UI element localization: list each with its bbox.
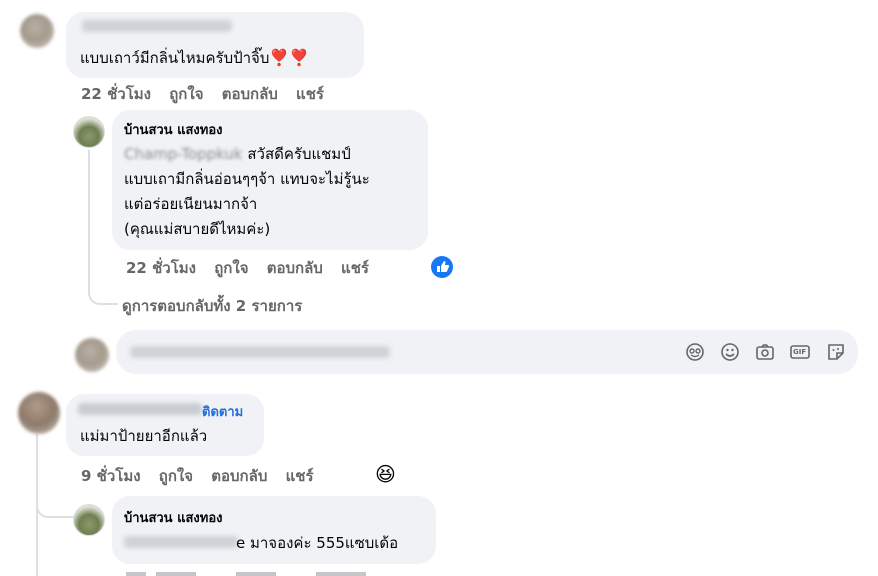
commenter-name[interactable] bbox=[82, 20, 232, 32]
thread-curve-1 bbox=[88, 285, 118, 305]
reply-bubble: บ้านสวน แสงทอง Champ-Toppkuk สวัสดีครับแ… bbox=[112, 110, 428, 250]
reply-2-text: e มาจองค่ะ 555แซบเด้อ bbox=[236, 534, 399, 552]
comment-time[interactable]: 22 ชั่วโมง bbox=[81, 85, 151, 103]
comment-composer[interactable]: GIF bbox=[116, 330, 858, 374]
view-replies-link[interactable]: ดูการตอบกลับทั้ง 2 รายการ bbox=[122, 296, 302, 316]
thread-line-1 bbox=[88, 150, 90, 285]
reply-button[interactable]: ตอบกลับ bbox=[222, 85, 278, 103]
composer-placeholder bbox=[130, 346, 390, 358]
reply-actions: 22 ชั่วโมง ถูกใจ ตอบกลับ แชร์ bbox=[126, 258, 382, 278]
sticker-face-icon[interactable] bbox=[684, 341, 706, 363]
comment-text: แบบเถาว์มีกลิ่นไหมครับป้าจิ๊บ bbox=[80, 49, 270, 67]
like-button[interactable]: ถูกใจ bbox=[169, 85, 203, 103]
comment-2-like-button[interactable]: ถูกใจ bbox=[159, 467, 193, 485]
comment-2-actions: 9 ชั่วโมง ถูกใจ ตอบกลับ แชร์ bbox=[81, 466, 327, 486]
commenter-avatar[interactable] bbox=[20, 14, 54, 48]
reply-line-4: (คุณแม่สบายดีไหมค่ะ) bbox=[124, 220, 271, 238]
reply-2-actions-clipped bbox=[126, 572, 436, 576]
comment-2-time[interactable]: 9 ชั่วโมง bbox=[81, 467, 141, 485]
comment-bubble: แบบเถาว์มีกลิ่นไหมครับป้าจิ๊บ❣️❣️ bbox=[66, 12, 364, 78]
reply-line-2: แบบเถามีกลิ่นอ่อนๆๆจ้า แทบจะไม่รู้นะ bbox=[124, 170, 370, 188]
reply-author-avatar[interactable] bbox=[73, 116, 105, 148]
thread-curve-2 bbox=[36, 496, 74, 518]
comment-2-text: แม่มาป้ายยาอีกแล้ว bbox=[80, 427, 208, 445]
reply-line-3: แต่อร่อยเนียนมากจ้า bbox=[124, 195, 258, 213]
commenter-2-avatar[interactable] bbox=[18, 392, 60, 434]
gif-icon[interactable]: GIF bbox=[789, 341, 811, 363]
reply-time[interactable]: 22 ชั่วโมง bbox=[126, 259, 196, 277]
reply-2-mention[interactable] bbox=[124, 536, 238, 548]
reply-author-name[interactable]: บ้านสวน แสงทอง bbox=[124, 122, 222, 140]
comment-actions: 22 ชั่วโมง ถูกใจ ตอบกลับ แชร์ bbox=[81, 84, 337, 104]
reply-2-author-avatar[interactable] bbox=[73, 504, 105, 536]
comment-2-share-button[interactable]: แชร์ bbox=[286, 467, 314, 485]
reply-like-button[interactable]: ถูกใจ bbox=[214, 259, 248, 277]
reply-reply-button[interactable]: ตอบกลับ bbox=[267, 259, 323, 277]
laugh-reaction-emoji[interactable]: 😆 bbox=[375, 462, 396, 486]
comment-2-bubble: ติดตาม แม่มาป้ายยาอีกแล้ว bbox=[66, 394, 264, 456]
emoji-icon[interactable] bbox=[719, 341, 741, 363]
like-reaction-icon[interactable] bbox=[431, 256, 453, 278]
commenter-2-name[interactable] bbox=[78, 403, 202, 415]
comment-2-reply-button[interactable]: ตอบกลับ bbox=[211, 467, 267, 485]
composer-avatar bbox=[75, 338, 109, 372]
reply-share-button[interactable]: แชร์ bbox=[341, 259, 369, 277]
mention-link[interactable]: Champ-Toppkuk bbox=[124, 145, 243, 163]
reply-line-1: สวัสดีครับแชมป์ bbox=[247, 145, 351, 163]
reply-2-bubble: บ้านสวน แสงทอง e มาจองค่ะ 555แซบเด้อ bbox=[112, 496, 436, 564]
heart-emoji: ❣️❣️ bbox=[269, 48, 310, 67]
sticker-icon[interactable] bbox=[825, 341, 847, 363]
gif-label: GIF bbox=[793, 348, 807, 356]
share-button[interactable]: แชร์ bbox=[296, 85, 324, 103]
camera-icon[interactable] bbox=[754, 341, 776, 363]
follow-link[interactable]: ติดตาม bbox=[202, 404, 243, 422]
reply-2-author-name[interactable]: บ้านสวน แสงทอง bbox=[124, 510, 222, 528]
